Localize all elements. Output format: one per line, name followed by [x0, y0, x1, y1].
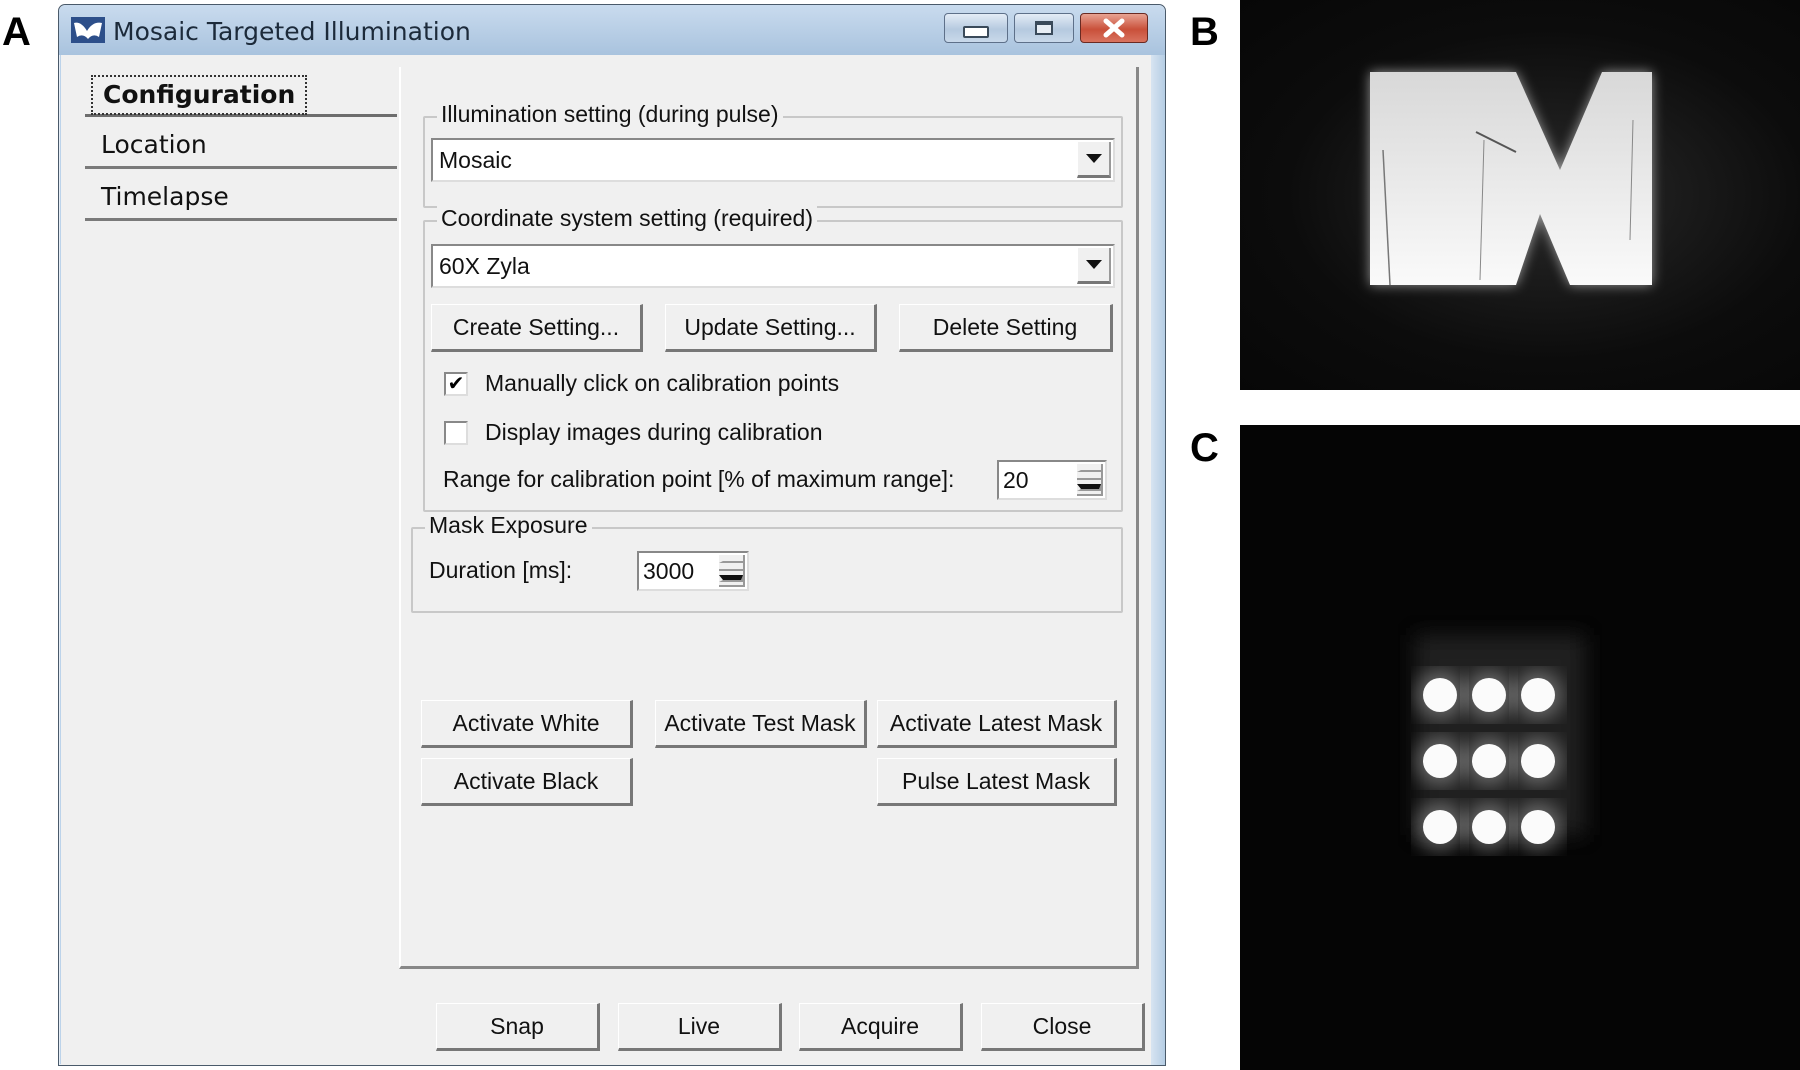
minimize-icon — [963, 26, 989, 38]
coordinate-select[interactable]: 60X Zyla — [431, 244, 1115, 288]
checkmark-icon: ✔ — [447, 373, 465, 395]
tab-configuration-label: Configuration — [91, 75, 308, 115]
tab-location[interactable]: Location — [85, 123, 397, 169]
update-setting-button[interactable]: Update Setting... — [665, 304, 877, 352]
acquire-button[interactable]: Acquire — [799, 1003, 963, 1051]
duration-label: Duration [ms]: — [429, 557, 573, 583]
mask-exposure-group: Mask Exposure Duration [ms]: 3000 — [411, 512, 1123, 613]
minimize-button[interactable] — [944, 13, 1008, 43]
configuration-panel: Illumination setting (during pulse) Mosa… — [399, 67, 1139, 969]
activate-black-button[interactable]: Activate Black — [421, 758, 633, 806]
spot-grid-pattern — [1415, 635, 1585, 851]
close-window-button[interactable] — [1080, 13, 1148, 43]
panel-label-c: C — [1190, 426, 1219, 470]
illuminated-spot — [1521, 744, 1555, 778]
window-frame-edge — [1151, 55, 1165, 1065]
illumination-select-value: Mosaic — [439, 147, 512, 173]
duration-decrement-button[interactable] — [719, 571, 745, 587]
arrow-down-icon — [1077, 483, 1101, 491]
duration-increment-button[interactable] — [719, 555, 745, 571]
window-title: Mosaic Targeted Illumination — [113, 17, 471, 46]
activate-white-button[interactable]: Activate White — [421, 700, 633, 748]
spot-grid — [1416, 671, 1562, 851]
tab-timelapse[interactable]: Timelapse — [85, 175, 397, 221]
tab-timelapse-label: Timelapse — [101, 182, 229, 211]
micrograph-spot-grid — [1240, 425, 1800, 1070]
panel-label-b: B — [1190, 10, 1219, 54]
tab-location-label: Location — [101, 130, 207, 159]
maximize-icon — [1035, 21, 1053, 35]
app-window: Mosaic Targeted Illumination Configurati… — [58, 4, 1166, 1066]
illumination-group: Illumination setting (during pulse) Mosa… — [423, 101, 1123, 208]
app-logo-icon — [71, 17, 105, 43]
window-client-area: Configuration Location Timelapse Illumin… — [61, 55, 1151, 1065]
manual-click-label[interactable]: Manually click on calibration points — [485, 370, 839, 397]
illuminated-spot — [1521, 678, 1555, 712]
panel-label-a: A — [2, 10, 31, 54]
coordinate-group: Coordinate system setting (required) 60X… — [423, 205, 1123, 512]
letter-m-pattern — [1370, 72, 1652, 286]
delete-setting-button[interactable]: Delete Setting — [899, 304, 1113, 352]
chevron-down-icon — [1085, 154, 1102, 163]
illumination-group-label: Illumination setting (during pulse) — [437, 101, 783, 128]
display-images-checkbox[interactable] — [444, 421, 468, 445]
maximize-button[interactable] — [1014, 13, 1074, 43]
title-bar[interactable]: Mosaic Targeted Illumination — [59, 5, 1165, 55]
activate-test-mask-button[interactable]: Activate Test Mask — [655, 700, 867, 748]
coordinate-select-value: 60X Zyla — [439, 253, 530, 279]
range-increment-button[interactable] — [1077, 464, 1103, 480]
chevron-down-icon — [1085, 260, 1102, 269]
tab-configuration[interactable]: Configuration — [85, 71, 397, 117]
illuminated-spot — [1472, 744, 1506, 778]
illumination-dropdown-button[interactable] — [1077, 142, 1111, 178]
duration-spinner[interactable]: 3000 — [637, 551, 749, 591]
micrograph-letter-m — [1240, 0, 1800, 390]
display-images-label[interactable]: Display images during calibration — [485, 419, 823, 446]
live-button[interactable]: Live — [618, 1003, 782, 1051]
arrow-up-icon — [719, 561, 743, 563]
close-button[interactable]: Close — [981, 1003, 1145, 1051]
range-value: 20 — [1003, 467, 1029, 493]
range-label: Range for calibration point [% of maximu… — [443, 466, 955, 492]
manual-click-checkbox[interactable]: ✔ — [444, 372, 468, 396]
snap-button[interactable]: Snap — [436, 1003, 600, 1051]
close-icon — [1103, 18, 1125, 38]
illuminated-spot — [1423, 744, 1457, 778]
illuminated-spot — [1472, 678, 1506, 712]
illuminated-spot — [1423, 678, 1457, 712]
coordinate-dropdown-button[interactable] — [1077, 248, 1111, 284]
illuminated-spot — [1423, 810, 1457, 844]
range-decrement-button[interactable] — [1077, 480, 1103, 496]
range-spinner[interactable]: 20 — [997, 460, 1107, 500]
duration-value: 3000 — [643, 558, 695, 584]
activate-latest-mask-button[interactable]: Activate Latest Mask — [877, 700, 1117, 748]
arrow-down-icon — [719, 574, 743, 582]
arrow-up-icon — [1077, 470, 1101, 472]
coordinate-group-label: Coordinate system setting (required) — [437, 205, 817, 232]
illumination-select[interactable]: Mosaic — [431, 138, 1115, 182]
illuminated-spot — [1472, 810, 1506, 844]
pulse-latest-mask-button[interactable]: Pulse Latest Mask — [877, 758, 1117, 806]
illuminated-spot — [1521, 810, 1555, 844]
create-setting-button[interactable]: Create Setting... — [431, 304, 643, 352]
mask-exposure-label: Mask Exposure — [425, 512, 592, 539]
